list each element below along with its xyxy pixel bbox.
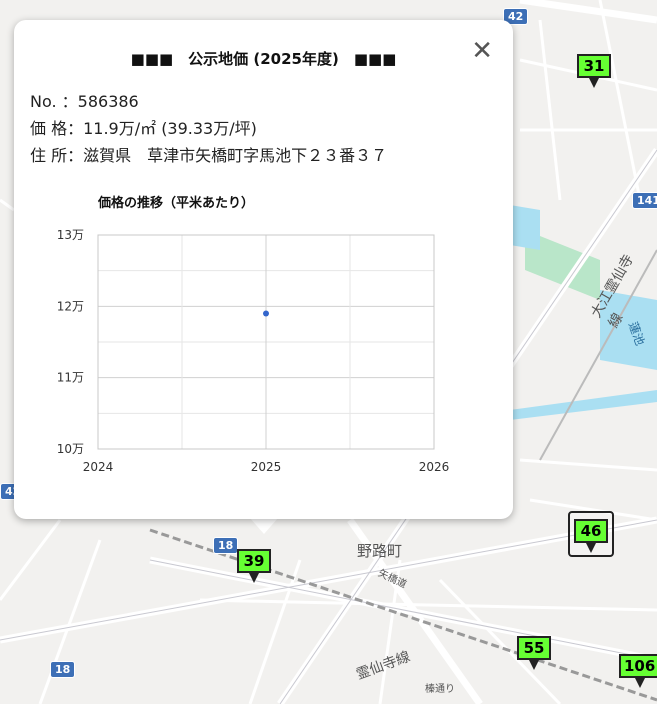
marker-pointer	[249, 573, 259, 583]
marker-pointer	[634, 678, 645, 688]
price-marker[interactable]: 55	[517, 636, 551, 670]
price-marker-selected[interactable]: 46	[568, 511, 614, 557]
marker-label: 46	[574, 519, 608, 543]
marker-label: 31	[577, 54, 611, 78]
price-trend-chart: 10万 11万 12万 13万 2024 2025 2026	[57, 228, 450, 474]
marker-label: 39	[237, 549, 271, 573]
y-tick-label: 13万	[57, 228, 84, 242]
data-point	[263, 310, 269, 317]
area-label-noji: 野路町	[357, 542, 403, 560]
popup-pointer	[250, 518, 278, 534]
marker-label: 55	[517, 636, 551, 660]
x-tick-label: 2024	[83, 460, 114, 474]
marker-pointer	[589, 78, 599, 88]
road-label-hashi: 榛通り	[425, 684, 455, 695]
marker-pointer	[586, 543, 596, 553]
y-tick-label: 11万	[57, 371, 84, 385]
price-marker[interactable]: 31	[577, 54, 611, 88]
x-tick-label: 2025	[251, 460, 282, 474]
marker-label: 106	[619, 654, 657, 678]
y-tick-label: 12万	[57, 299, 84, 313]
price-marker[interactable]: 106	[619, 654, 657, 688]
y-tick-label: 10万	[57, 442, 84, 456]
x-tick-label: 2026	[419, 460, 450, 474]
route-shield-18-b: 18	[50, 661, 76, 678]
route-shield-141: 141	[632, 192, 657, 209]
price-marker[interactable]: 39	[237, 549, 271, 583]
route-shield-18-a: 18	[213, 537, 239, 554]
marker-pointer	[529, 660, 539, 670]
land-price-popup: ✕ ■■■ 公示地価 (2025年度) ■■■ No. ：586386 価 格：…	[14, 20, 513, 519]
